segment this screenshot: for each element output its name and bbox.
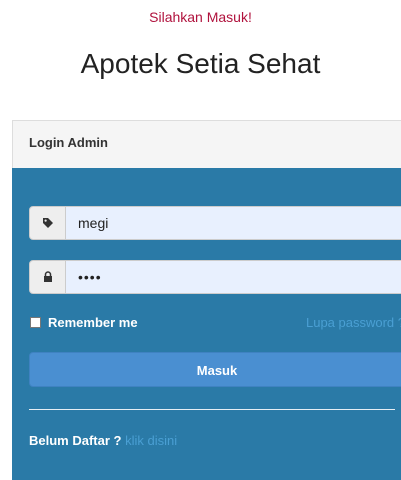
remember-label: Remember me: [48, 315, 138, 330]
brand-title: Apotek Setia Sehat: [80, 48, 321, 79]
password-input[interactable]: [66, 260, 401, 294]
signup-prompt: Belum Daftar ?: [29, 433, 122, 448]
greeting-text: Silahkan Masuk!: [149, 9, 252, 25]
login-panel: Login Admin megi •••• Remember me Lupa p…: [12, 120, 401, 480]
forgot-password-link[interactable]: Lupa password ?: [306, 315, 401, 330]
login-page: Silahkan Masuk! Apotek Setia Sehat Login…: [0, 0, 401, 480]
login-form: Remember me Lupa password ? Masuk Belum …: [12, 168, 401, 480]
username-input[interactable]: [66, 206, 401, 240]
remember-me[interactable]: Remember me: [30, 315, 138, 330]
username-group: [29, 206, 401, 240]
remember-checkbox[interactable]: [30, 317, 41, 328]
tag-icon: [29, 206, 66, 240]
panel-title: Login Admin: [12, 120, 401, 168]
lock-icon: [29, 260, 66, 294]
signup-link[interactable]: klik disini: [125, 433, 177, 448]
signup-row: Belum Daftar ? klik disini: [29, 433, 177, 448]
divider: [29, 409, 395, 410]
login-button[interactable]: Masuk: [29, 352, 401, 387]
password-group: [29, 260, 401, 294]
